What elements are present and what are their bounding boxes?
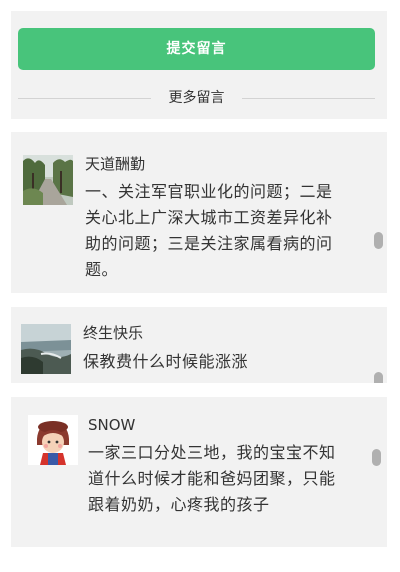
avatar (21, 324, 71, 374)
more-comments-label[interactable]: 更多留言 (18, 89, 375, 107)
comment-author: SNOW (88, 416, 136, 434)
comment-actions-panel: 提交留言 更多留言 (11, 11, 387, 119)
comment-text: 一、关注军官职业化的问题；二是关心北上广深大城市工资差异化补助的问题；三是关注家… (85, 182, 333, 279)
comment-card: 终生快乐 保教费什么时候能涨涨 (11, 307, 387, 383)
comments-page: 提交留言 更多留言 天道酬勤 一、关注军官职业化的问题；二是关心北上广深大城市工… (0, 0, 400, 572)
scrollbar-thumb[interactable] (374, 232, 383, 249)
comment-text: 保教费什么时候能涨涨 (83, 352, 249, 371)
scrollbar-thumb[interactable] (374, 372, 383, 383)
comment-author: 天道酬勤 (85, 155, 146, 173)
scrollbar-thumb[interactable] (372, 449, 381, 466)
avatar (23, 155, 73, 205)
comment-card: 天道酬勤 一、关注军官职业化的问题；二是关心北上广深大城市工资差异化补助的问题；… (11, 132, 387, 293)
comment-text: 一家三口分处三地，我的宝宝不知道什么时候才能和爸妈团聚，只能跟着奶奶，心疼我的孩… (88, 443, 336, 514)
submit-comment-button[interactable]: 提交留言 (18, 28, 375, 70)
avatar (28, 415, 78, 465)
cartoon-girl-avatar-icon (28, 415, 78, 465)
tree-lined-road-photo-icon (23, 155, 73, 205)
comment-author: 终生快乐 (83, 324, 144, 342)
seashore-photo-icon (21, 324, 71, 374)
comment-card: SNOW 一家三口分处三地，我的宝宝不知道什么时候才能和爸妈团聚，只能跟着奶奶，… (11, 397, 387, 547)
more-comments-divider: 更多留言 (18, 89, 375, 107)
